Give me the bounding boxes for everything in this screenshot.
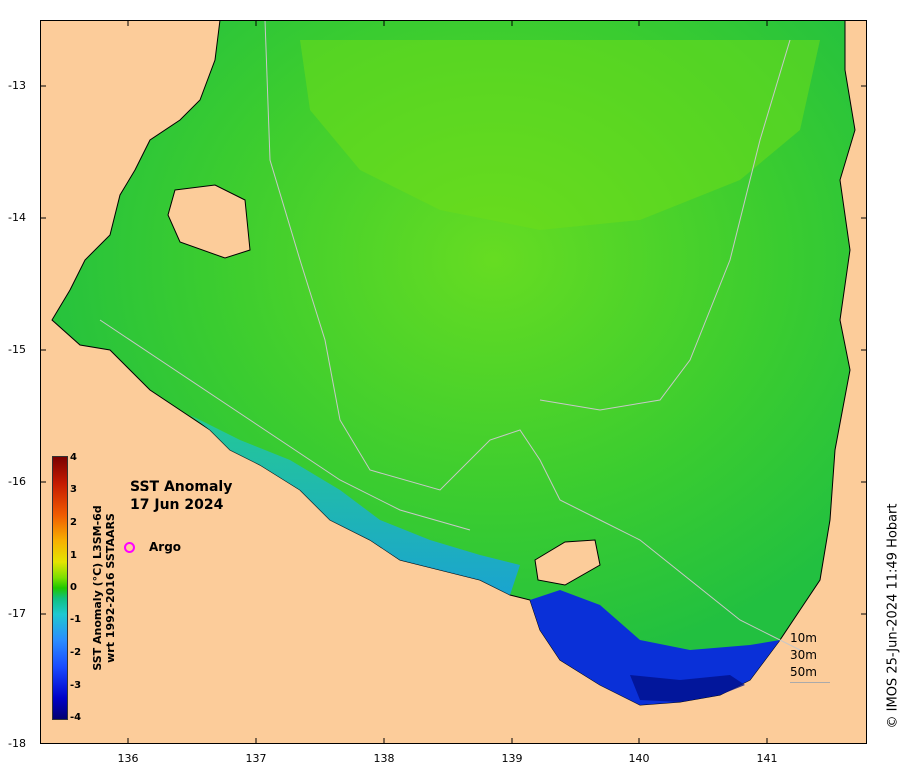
imos-credit: © IMOS 25-Jun-2024 11:49 Hobart [885,503,901,729]
x-tick-label: 141 [756,752,778,765]
colorbar-tick: 3 [70,484,77,495]
argo-marker-icon [124,541,135,553]
y-tick-label: -18 [8,737,26,750]
map-title-main: SST Anomaly [130,479,233,495]
depth-label-50m: 50m [790,665,817,679]
x-tick-label: 136 [117,752,139,765]
colorbar-tick: 4 [70,452,77,463]
depth-legend-rule [790,682,830,683]
map-frame[interactable] [40,20,867,744]
argo-legend: Argo [124,540,181,554]
colorbar-tick: -1 [70,614,82,625]
colorbar-tick: -4 [70,712,82,723]
map-title-date: 17 Jun 2024 [130,497,224,513]
argo-label: Argo [149,540,182,554]
colorbar-tick: 0 [70,582,77,593]
depth-legend: 10m 30m 50m [790,630,817,681]
x-tick-label: 138 [373,752,395,765]
colorbar-tick: -2 [70,647,82,658]
y-tick-label: -13 [8,79,26,92]
depth-label-30m: 30m [790,648,817,662]
x-tick-label: 137 [245,752,267,765]
x-tick-label: 139 [501,752,523,765]
y-tick-label: -15 [8,343,26,356]
colorbar-tick: 1 [70,550,77,561]
depth-label-10m: 10m [790,631,817,645]
colorbar-title: SST Anomaly (°C) L3SM-6d wrt 1992-2016 S… [91,505,117,670]
colorbar-tick: 2 [70,517,77,528]
sst-map[interactable] [40,20,867,744]
map-title: SST Anomaly 17 Jun 2024 [130,478,232,514]
colorbar [52,456,68,720]
colorbar-title-line1: SST Anomaly (°C) L3SM-6d [91,505,104,671]
y-tick-label: -14 [8,211,26,224]
y-tick-label: -16 [8,475,26,488]
y-tick-label: -17 [8,607,26,620]
x-tick-label: 140 [628,752,650,765]
colorbar-tick: -3 [70,680,82,691]
colorbar-title-line2: wrt 1992-2016 SSTAARS [104,513,117,663]
